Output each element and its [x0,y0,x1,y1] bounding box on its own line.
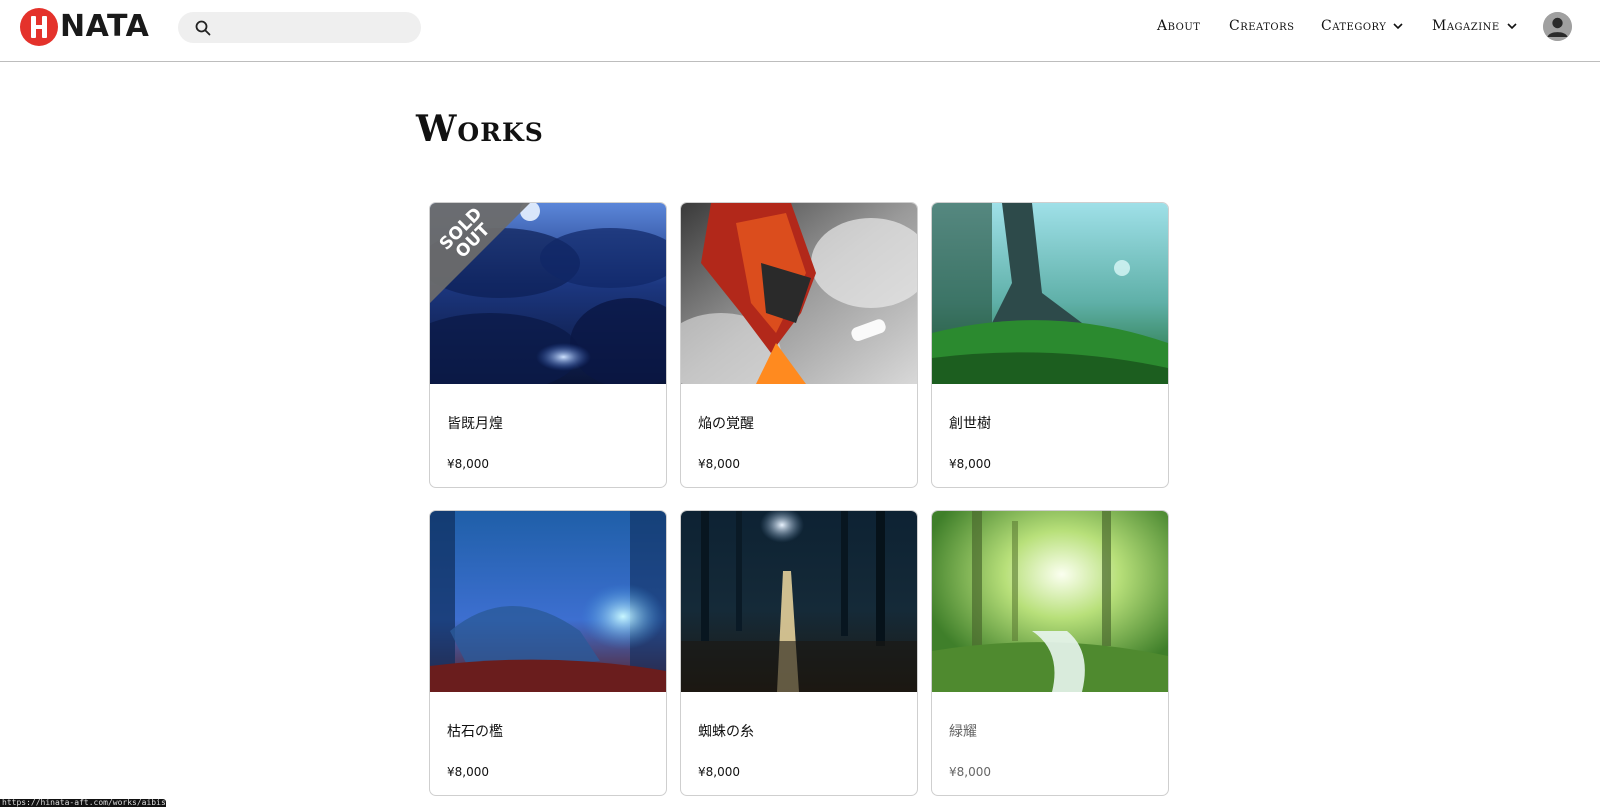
nav-magazine[interactable]: Magazine [1432,14,1518,38]
link-status-bar: https://hinata-aft.com/works/aibis-03 [0,799,166,807]
work-image[interactable]: SOLD OUT [430,203,666,384]
site-header: NATA About Creators Category Magazine [0,0,1600,62]
work-card[interactable]: 蜘蛛の糸 ¥8,000 [680,510,918,796]
work-title[interactable]: 蜘蛛の糸 [698,721,754,741]
work-image[interactable] [430,511,666,692]
nav-about-label: About [1157,18,1201,34]
work-image[interactable] [681,511,917,692]
nav-category-label: Category [1321,18,1387,34]
page-title: Works [416,108,544,150]
work-title[interactable]: 皆既月煌 [447,413,503,433]
work-title[interactable]: 創世樹 [949,413,991,433]
work-image[interactable] [932,203,1168,384]
user-avatar-icon[interactable] [1543,12,1572,41]
nav-magazine-label: Magazine [1432,18,1500,34]
work-card[interactable]: 緑耀 ¥8,000 [931,510,1169,796]
nav-creators[interactable]: Creators [1229,14,1294,38]
logo-mark-icon [20,8,58,46]
work-title[interactable]: 緑耀 [949,721,977,741]
work-image[interactable] [681,203,917,384]
nav-category[interactable]: Category [1321,14,1404,38]
search-input[interactable] [218,12,413,43]
work-card[interactable]: 焔の覚醒 ¥8,000 [680,202,918,488]
nav-creators-label: Creators [1229,18,1295,34]
work-card[interactable]: 枯石の檻 ¥8,000 [429,510,667,796]
work-card[interactable]: SOLD OUT 皆既月煌 ¥8,000 [429,202,667,488]
work-title[interactable]: 枯石の檻 [447,721,503,741]
chevron-down-icon [1393,23,1403,30]
site-logo[interactable]: NATA [20,8,149,46]
search-box[interactable] [178,12,421,43]
work-image[interactable] [932,511,1168,692]
work-price: ¥8,000 [447,457,489,471]
work-card[interactable]: 創世樹 ¥8,000 [931,202,1169,488]
logo-text: NATA [60,9,150,44]
work-price: ¥8,000 [447,765,489,779]
search-icon [195,20,211,36]
nav-about[interactable]: About [1157,14,1200,38]
work-price: ¥8,000 [949,765,991,779]
work-price: ¥8,000 [698,457,740,471]
work-price: ¥8,000 [949,457,991,471]
work-title[interactable]: 焔の覚醒 [698,413,754,433]
chevron-down-icon [1507,23,1517,30]
work-price: ¥8,000 [698,765,740,779]
